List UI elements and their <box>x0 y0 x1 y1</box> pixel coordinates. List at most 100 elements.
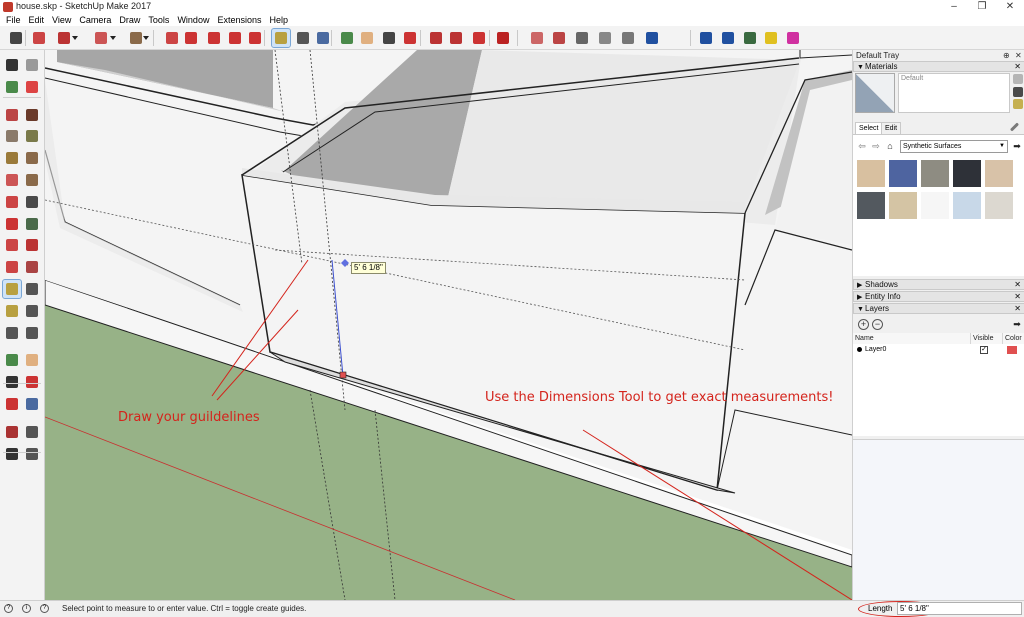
material-name-field[interactable]: Default <box>898 73 1010 113</box>
close-tray-icon[interactable]: ✕ <box>1015 50 1022 61</box>
close-section-icon[interactable]: ✕ <box>1014 304 1021 313</box>
dimension-icon[interactable] <box>23 280 41 298</box>
textured-icon[interactable] <box>741 29 759 47</box>
material-swatch[interactable] <box>920 191 950 220</box>
warehouse-icon[interactable] <box>427 29 445 47</box>
forward-arrow-icon[interactable]: ⇨ <box>871 141 881 151</box>
scale-icon[interactable] <box>246 29 264 47</box>
materials-section-header[interactable]: ▼Materials ✕ <box>853 61 1024 72</box>
menu-camera[interactable]: Camera <box>75 14 115 26</box>
menu-tools[interactable]: Tools <box>144 14 173 26</box>
position-camera-icon[interactable] <box>3 423 21 441</box>
pan-icon[interactable] <box>23 351 41 369</box>
three-point-arc-icon[interactable] <box>3 193 21 211</box>
line-icon[interactable] <box>3 106 21 124</box>
close-section-icon[interactable]: ✕ <box>1014 292 1021 301</box>
material-swatch[interactable] <box>952 191 982 220</box>
default-fill-icon[interactable] <box>1013 99 1023 109</box>
delete-layer-icon[interactable]: − <box>872 319 883 330</box>
move-icon[interactable] <box>205 29 223 47</box>
material-swatch[interactable] <box>888 191 918 220</box>
material-swatch[interactable] <box>888 159 918 188</box>
text-icon[interactable] <box>294 29 312 47</box>
material-swatch[interactable] <box>920 159 950 188</box>
dropdown-icon[interactable] <box>143 29 151 47</box>
create-material-icon[interactable] <box>1013 87 1023 97</box>
dropdown-icon[interactable] <box>110 29 118 47</box>
zoom-extents-icon[interactable] <box>3 395 21 413</box>
select-icon[interactable] <box>3 56 21 74</box>
share-model-icon[interactable] <box>447 29 465 47</box>
instructor-icon[interactable]: ? <box>40 604 49 613</box>
active-layer-radio[interactable] <box>857 347 862 352</box>
column-visible[interactable]: Visible <box>971 333 1003 344</box>
orbit-icon[interactable] <box>338 29 356 47</box>
display-section-icon[interactable] <box>550 29 568 47</box>
rotate-icon[interactable] <box>3 236 21 254</box>
column-name[interactable]: Name <box>853 333 971 344</box>
sample-paint-icon[interactable] <box>1009 122 1020 132</box>
entity-info-section-header[interactable]: ▶ Entity Info ✕ <box>853 291 1024 302</box>
paint-bucket-icon[interactable] <box>3 78 21 96</box>
section-plane-icon[interactable] <box>528 29 546 47</box>
ruby-icon[interactable] <box>494 29 512 47</box>
freehand-icon[interactable] <box>23 106 41 124</box>
paint-bucket-icon[interactable] <box>314 29 332 47</box>
rotate-icon[interactable] <box>226 29 244 47</box>
geo-location-icon[interactable]: ? <box>4 604 13 613</box>
offset-icon[interactable] <box>23 258 41 276</box>
shadows-section-header[interactable]: ▶ Shadows ✕ <box>853 279 1024 290</box>
two-point-arc-icon[interactable] <box>23 171 41 189</box>
material-swatch[interactable] <box>952 159 982 188</box>
section-plane-icon[interactable] <box>23 445 41 463</box>
pie-icon[interactable] <box>23 193 41 211</box>
push-pull-icon[interactable] <box>163 29 181 47</box>
pencil-line-icon[interactable] <box>55 29 73 47</box>
pan-icon[interactable] <box>358 29 376 47</box>
monochrome-icon[interactable] <box>762 29 780 47</box>
arc-icon[interactable] <box>3 171 21 189</box>
menu-draw[interactable]: Draw <box>115 14 144 26</box>
rotated-rectangle-icon[interactable] <box>23 127 41 145</box>
orbit-icon[interactable] <box>3 351 21 369</box>
pin-icon[interactable]: ⊕ <box>1003 50 1010 61</box>
components-icon[interactable] <box>470 29 488 47</box>
circle-icon[interactable] <box>3 149 21 167</box>
tape-measure-icon[interactable] <box>271 28 291 48</box>
follow-me-icon[interactable] <box>23 236 41 254</box>
walk-icon[interactable] <box>3 445 21 463</box>
minimize-button[interactable]: – <box>940 0 968 14</box>
axes-icon[interactable] <box>3 324 21 342</box>
wireframe-icon[interactable] <box>643 29 661 47</box>
layer-visible-checkbox[interactable]: ✓ <box>980 346 988 354</box>
close-section-icon[interactable]: ✕ <box>1014 280 1021 289</box>
push-pull-icon[interactable] <box>23 215 41 233</box>
shaded-icon[interactable] <box>719 29 737 47</box>
previous-view-icon[interactable] <box>23 395 41 413</box>
xray-icon[interactable] <box>596 29 614 47</box>
drawing-viewport[interactable]: 5' 6 1/8" Draw your guildelines Use the … <box>45 50 852 600</box>
back-edges-icon[interactable] <box>619 29 637 47</box>
menu-window[interactable]: Window <box>173 14 213 26</box>
credits-icon[interactable]: i <box>22 604 31 613</box>
maximize-button[interactable]: ❐ <box>968 0 996 14</box>
layer-color-swatch[interactable] <box>1007 346 1017 354</box>
display-secondary-icon[interactable] <box>1013 74 1023 84</box>
close-section-icon[interactable]: ✕ <box>1014 62 1021 71</box>
add-layer-icon[interactable]: + <box>858 319 869 330</box>
scale-icon[interactable] <box>3 258 21 276</box>
hidden-line-icon[interactable] <box>697 29 715 47</box>
back-arrow-icon[interactable]: ⇦ <box>857 141 867 151</box>
text-icon[interactable] <box>23 302 41 320</box>
material-swatch[interactable] <box>984 191 1014 220</box>
eraser-icon[interactable] <box>30 29 48 47</box>
material-swatch[interactable] <box>984 159 1014 188</box>
arc-icon[interactable] <box>92 29 110 47</box>
menu-view[interactable]: View <box>48 14 75 26</box>
material-library-select[interactable]: Synthetic Surfaces ▼ <box>900 140 1008 153</box>
dropdown-icon[interactable] <box>72 29 80 47</box>
zoom-extents-icon[interactable] <box>401 29 419 47</box>
layer-row[interactable]: Layer0 ✓ <box>853 344 1024 356</box>
rectangle-icon[interactable] <box>3 127 21 145</box>
material-swatch[interactable] <box>856 159 886 188</box>
